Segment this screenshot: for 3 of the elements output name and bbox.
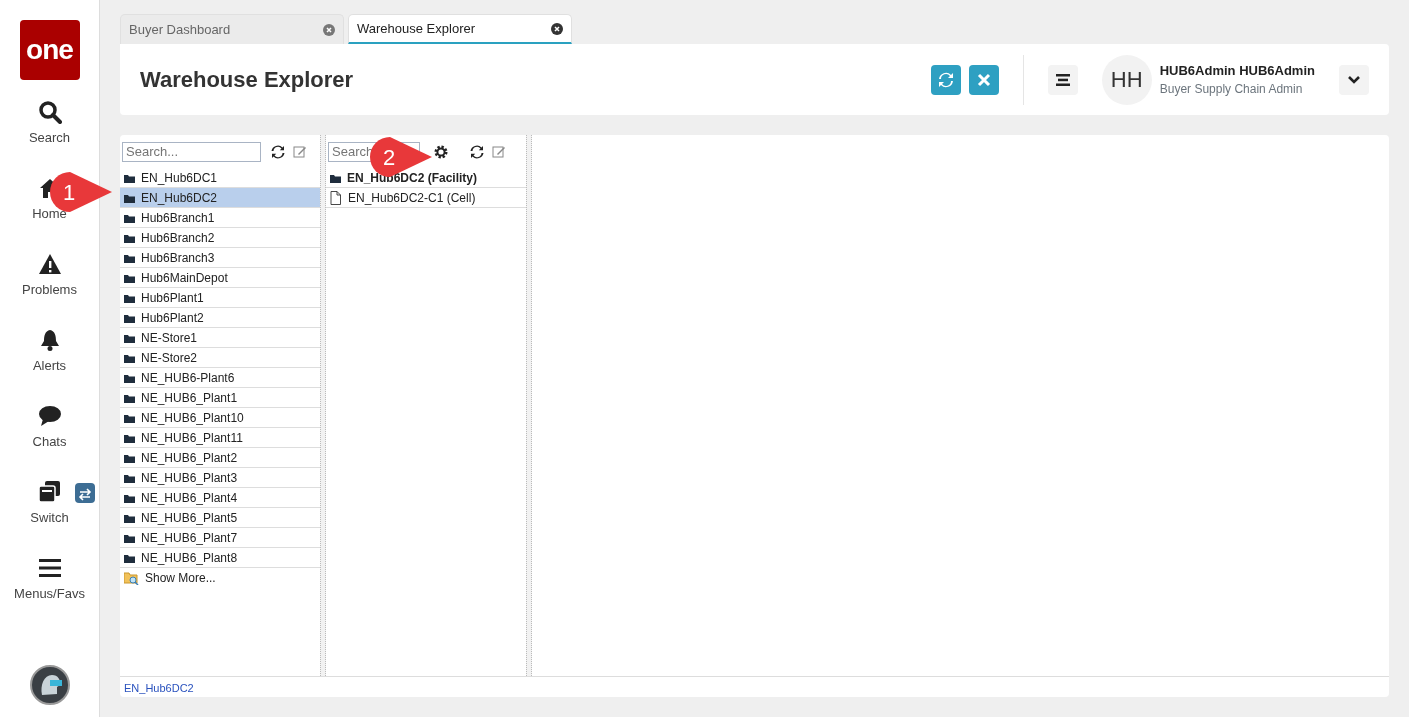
user-role: Buyer Supply Chain Admin xyxy=(1159,81,1304,99)
user-name: HUB6Admin HUB6Admin xyxy=(1159,61,1315,80)
page-title: Warehouse Explorer xyxy=(140,66,355,94)
